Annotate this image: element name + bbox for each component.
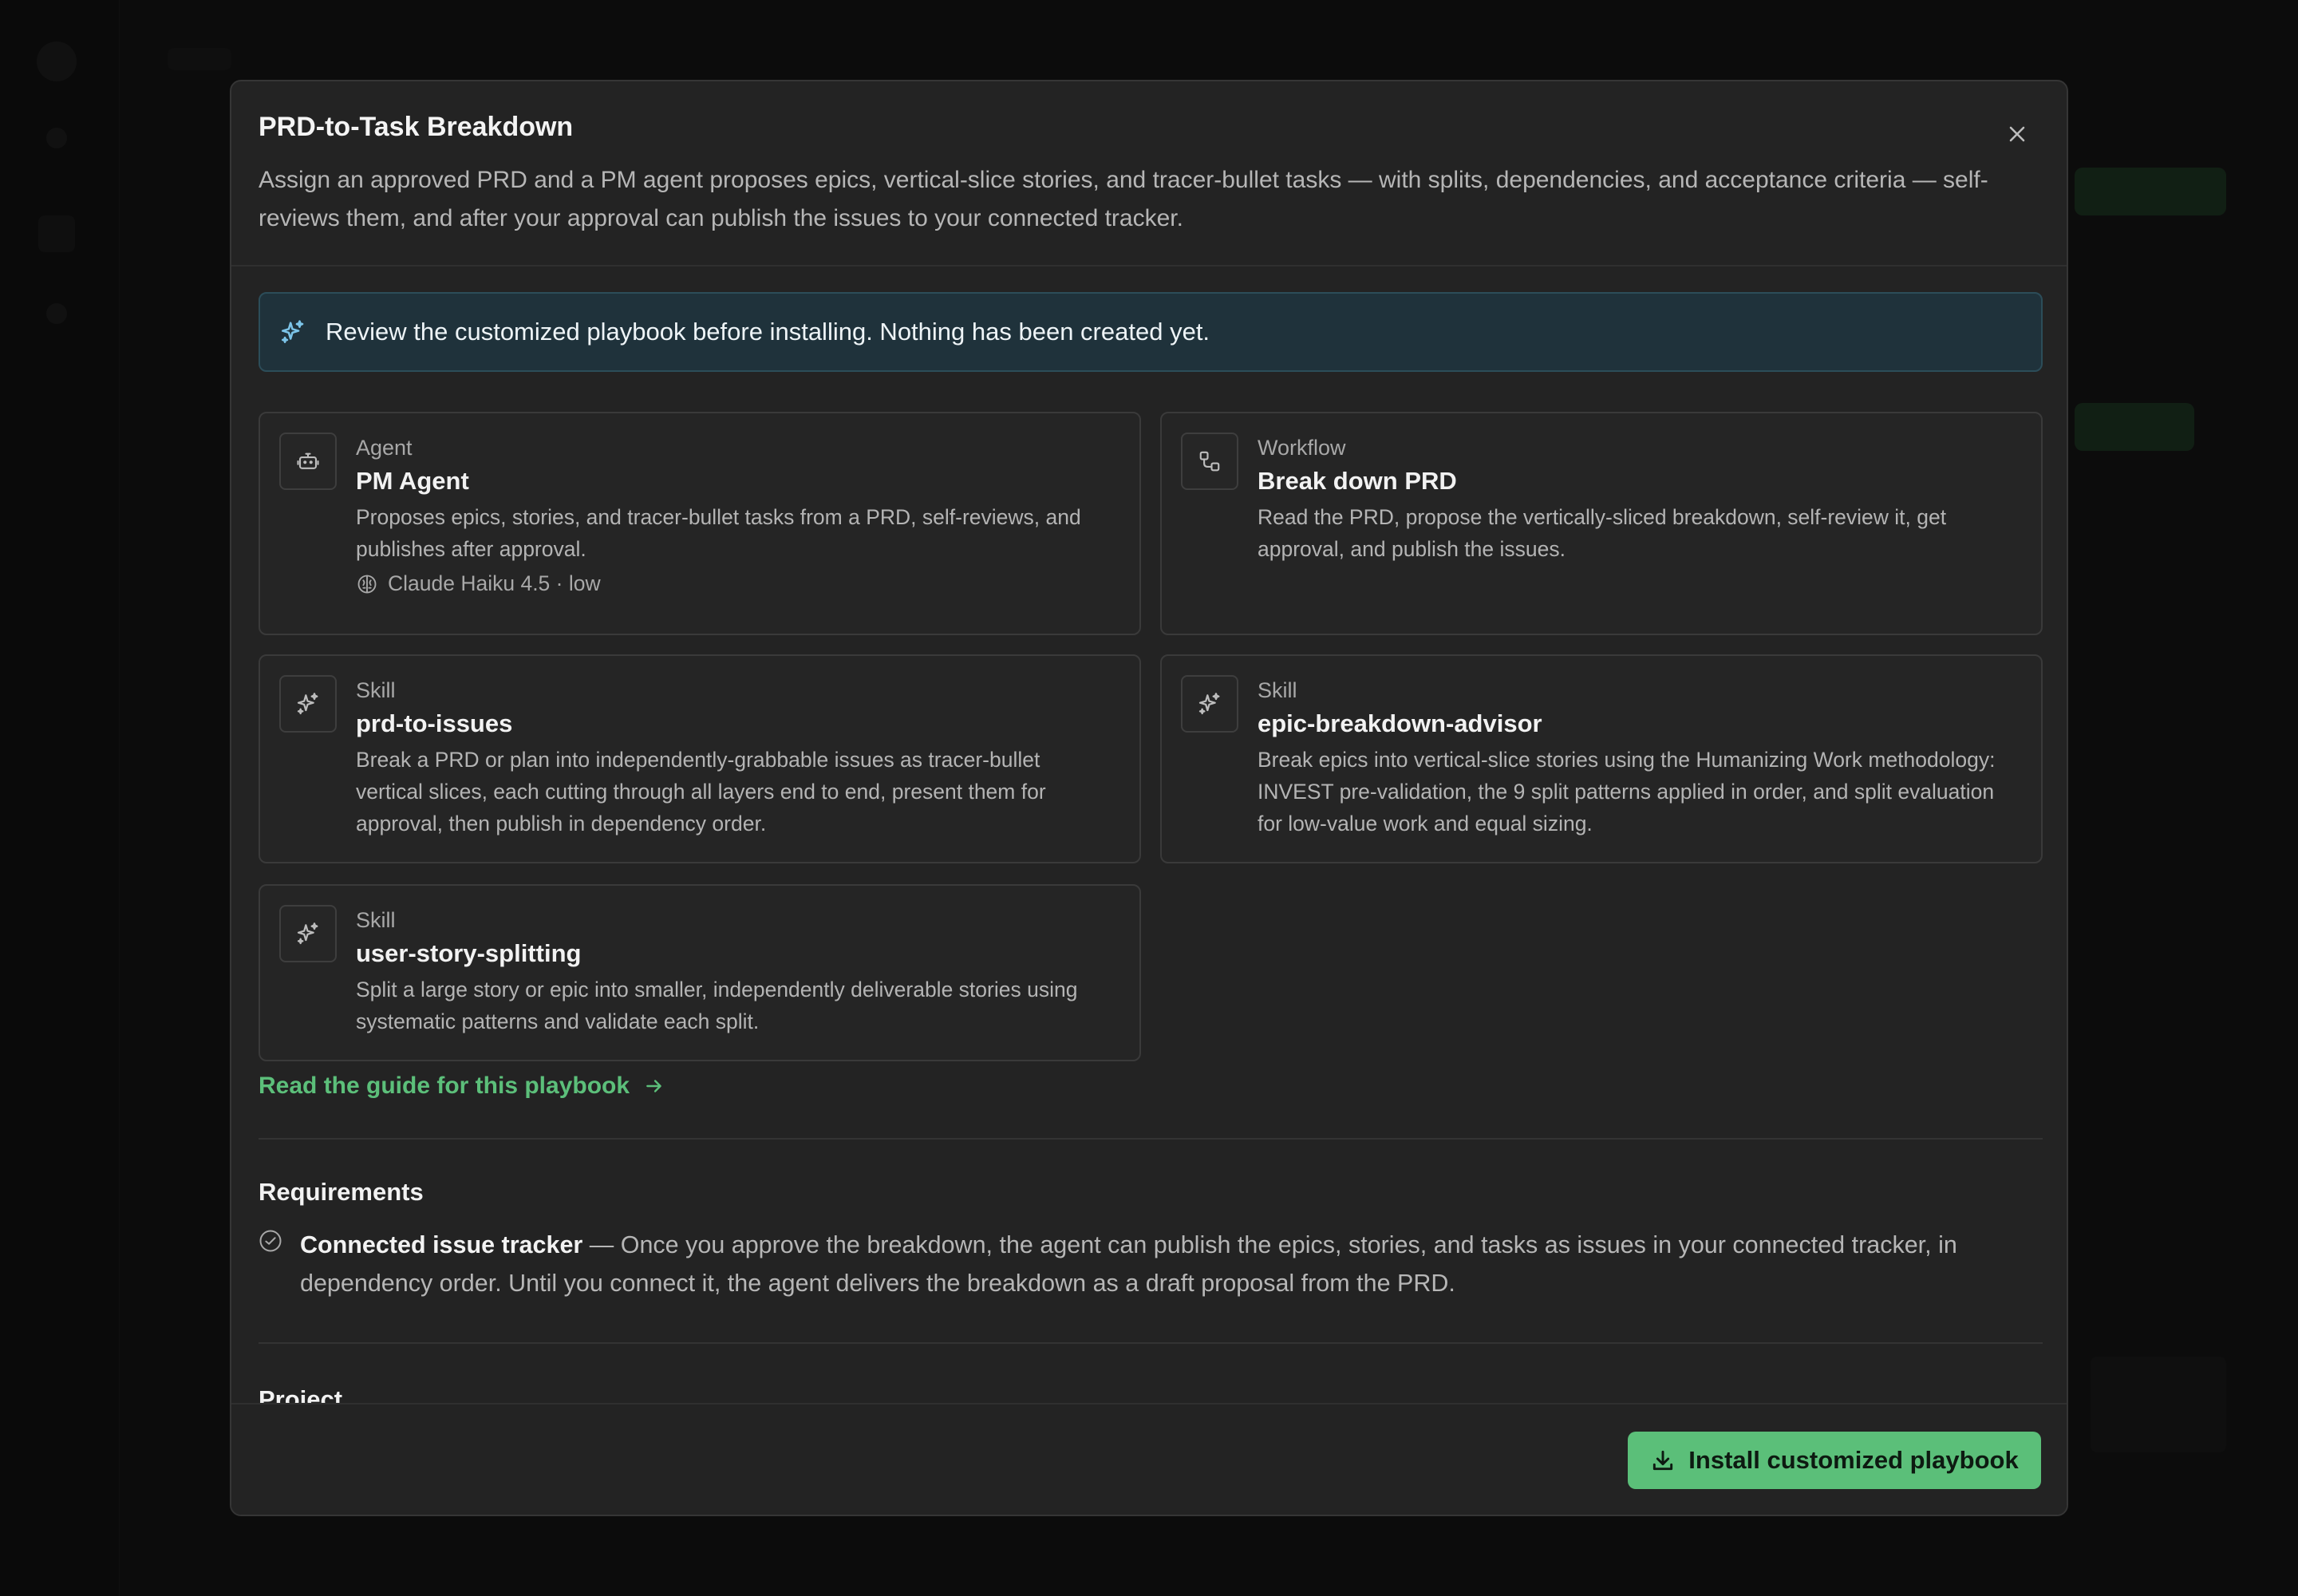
download-icon	[1653, 1450, 1673, 1471]
component-description: Split a large story or epic into smaller…	[356, 978, 1078, 1033]
component-title: PM Agent	[356, 467, 469, 495]
requirement-item: Connected issue tracker — Once you appro…	[259, 1226, 2043, 1302]
install-button[interactable]: Install customized playbook	[1628, 1432, 2041, 1489]
component-kind: Agent	[356, 436, 413, 460]
playbook-components: Agent PM Agent Proposes epics, stories, …	[259, 412, 2043, 1066]
requirement-text: Connected issue tracker — Once you appro…	[300, 1226, 2043, 1302]
guide-link[interactable]: Read the guide for this playbook	[259, 1066, 2043, 1106]
requirement-name: Connected issue tracker	[300, 1231, 583, 1258]
component-card-agent[interactable]: Agent PM Agent Proposes epics, stories, …	[259, 412, 1141, 635]
playbook-modal: PRD-to-Task Breakdown Assign an approved…	[230, 80, 2068, 1516]
component-description: Break a PRD or plan into independently-g…	[356, 748, 1046, 836]
component-card-skill[interactable]: Skill epic-breakdown-advisor Break epics…	[1160, 654, 2043, 863]
model-info: Claude Haiku 4.5 · low	[356, 571, 1108, 596]
component-description: Break epics into vertical-slice stories …	[1258, 748, 1996, 836]
arrow-right-icon	[646, 1080, 661, 1092]
close-button[interactable]	[2000, 117, 2035, 152]
component-kind: Workflow	[1258, 436, 1346, 460]
requirements-heading: Requirements	[259, 1178, 424, 1206]
component-card-workflow[interactable]: Workflow Break down PRD Read the PRD, pr…	[1160, 412, 2043, 635]
modal-header: PRD-to-Task Breakdown Assign an approved…	[231, 81, 2067, 267]
modal-title: PRD-to-Task Breakdown	[259, 112, 574, 142]
component-title: user-story-splitting	[356, 939, 582, 967]
component-kind: Skill	[356, 908, 396, 932]
component-description: Read the PRD, propose the vertically-sli…	[1258, 505, 1947, 561]
sparkles-icon	[279, 905, 337, 962]
component-title: Break down PRD	[1258, 467, 1457, 495]
component-card-skill[interactable]: Skill user-story-splitting Split a large…	[259, 884, 1141, 1061]
component-description: Proposes epics, stories, and tracer-bull…	[356, 505, 1081, 561]
check-circle-icon	[259, 1230, 282, 1252]
modal-description: Assign an approved PRD and a PM agent pr…	[259, 167, 1988, 231]
sparkles-icon	[1181, 675, 1238, 733]
component-card-skill[interactable]: Skill prd-to-issues Break a PRD or plan …	[259, 654, 1141, 863]
workflow-icon	[1181, 433, 1238, 490]
component-kind: Skill	[1258, 678, 1297, 702]
sparkles-icon	[279, 675, 337, 733]
section-divider	[259, 1138, 2043, 1140]
info-banner: Review the customized playbook before in…	[259, 292, 2043, 372]
banner-text: Review the customized playbook before in…	[326, 318, 1210, 346]
brain-icon	[357, 575, 377, 593]
modal-body: Review the customized playbook before in…	[259, 292, 2043, 1409]
install-button-label: Install customized playbook	[1688, 1446, 2019, 1474]
component-title: epic-breakdown-advisor	[1258, 709, 1542, 737]
guide-link-label: Read the guide for this playbook	[259, 1073, 630, 1099]
section-divider	[259, 1342, 2043, 1344]
close-icon	[2009, 126, 2025, 142]
model-label: Claude Haiku 4.5 · low	[388, 571, 601, 595]
component-title: prd-to-issues	[356, 709, 513, 737]
robot-icon	[279, 433, 337, 490]
component-kind: Skill	[356, 678, 396, 702]
modal-footer: Install customized playbook	[231, 1403, 2067, 1515]
sparkles-icon	[279, 318, 306, 346]
